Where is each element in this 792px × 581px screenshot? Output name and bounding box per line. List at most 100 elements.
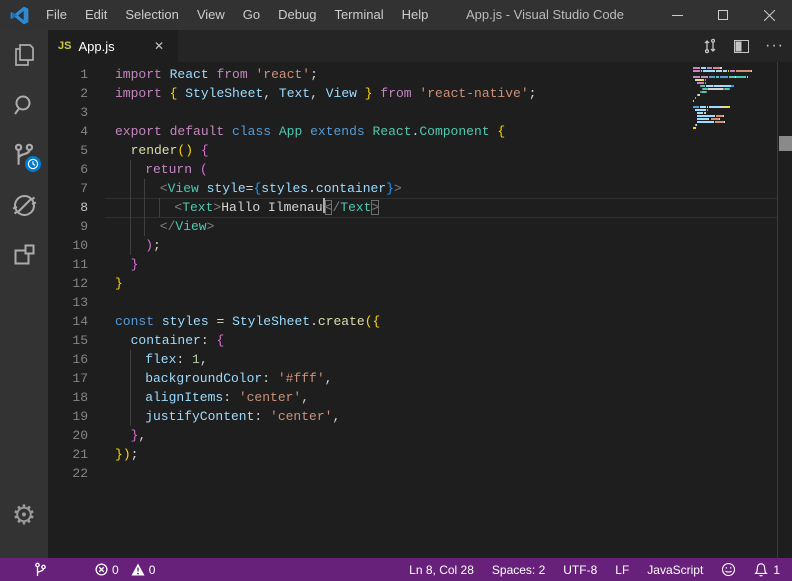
more-actions-icon[interactable]: ··· bbox=[765, 37, 784, 55]
debug-icon bbox=[11, 192, 38, 219]
minimize-button[interactable] bbox=[654, 0, 700, 30]
notification-count: 1 bbox=[773, 563, 780, 577]
tab-label: App.js bbox=[78, 39, 149, 54]
line-number: 7 bbox=[48, 179, 88, 198]
explorer-icon bbox=[11, 42, 37, 68]
vscode-window: File Edit Selection View Go Debug Termin… bbox=[0, 0, 792, 581]
encoding-setting[interactable]: UTF-8 bbox=[563, 563, 597, 577]
code-line[interactable]: 10 ); bbox=[48, 236, 792, 255]
language-mode[interactable]: JavaScript bbox=[647, 563, 703, 577]
code-line[interactable]: 22 bbox=[48, 464, 792, 483]
tab-close-icon[interactable]: ✕ bbox=[150, 37, 168, 55]
line-number: 2 bbox=[48, 84, 88, 103]
line-number: 6 bbox=[48, 160, 88, 179]
code-line[interactable]: 3 bbox=[48, 103, 792, 122]
warning-count: 0 bbox=[149, 563, 156, 577]
problems-indicator[interactable]: 0 0 bbox=[95, 563, 163, 577]
menu-debug[interactable]: Debug bbox=[269, 0, 325, 30]
menu-file[interactable]: File bbox=[37, 0, 76, 30]
maximize-button[interactable] bbox=[700, 0, 746, 30]
notifications-bell[interactable]: 1 bbox=[754, 562, 780, 577]
code-line[interactable]: 8 <Text>Hallo Ilmenau</Text> bbox=[48, 198, 792, 217]
editor-actions: ··· bbox=[702, 30, 784, 62]
code-line[interactable]: 2import { StyleSheet, Text, View } from … bbox=[48, 84, 792, 103]
line-number: 14 bbox=[48, 312, 88, 331]
line-number: 3 bbox=[48, 103, 88, 122]
line-number: 16 bbox=[48, 350, 88, 369]
code-line[interactable]: 13 bbox=[48, 293, 792, 312]
line-number: 15 bbox=[48, 331, 88, 350]
sidebar-item-explorer[interactable] bbox=[0, 30, 48, 80]
status-bar: 0 0 Ln 8, Col 28 Spaces: 2 UTF-8 LF Java… bbox=[0, 558, 792, 581]
code-line[interactable]: 18 alignItems: 'center', bbox=[48, 388, 792, 407]
javascript-file-icon: JS bbox=[58, 40, 71, 52]
line-number: 17 bbox=[48, 369, 88, 388]
sidebar-item-source-control[interactable] bbox=[0, 130, 48, 180]
code-line[interactable]: 16 flex: 1, bbox=[48, 350, 792, 369]
code-line[interactable]: 19 justifyContent: 'center', bbox=[48, 407, 792, 426]
code-line[interactable]: 12} bbox=[48, 274, 792, 293]
menu-help[interactable]: Help bbox=[393, 0, 438, 30]
search-icon bbox=[11, 92, 37, 118]
code-line[interactable]: 17 backgroundColor: '#fff', bbox=[48, 369, 792, 388]
line-number: 20 bbox=[48, 426, 88, 445]
error-count: 0 bbox=[112, 563, 119, 577]
sidebar-item-search[interactable] bbox=[0, 80, 48, 130]
bell-icon bbox=[754, 562, 768, 577]
scm-clock-badge bbox=[25, 156, 41, 172]
code-line[interactable]: 7 <View style={styles.container}> bbox=[48, 179, 792, 198]
line-number: 10 bbox=[48, 236, 88, 255]
code-line[interactable]: 15 container: { bbox=[48, 331, 792, 350]
warning-icon bbox=[131, 563, 145, 576]
error-icon bbox=[95, 563, 108, 576]
gear-icon: ⚙ bbox=[12, 502, 36, 529]
line-number: 8 bbox=[48, 198, 88, 217]
window-title: App.js - Visual Studio Code bbox=[466, 0, 624, 30]
settings-button[interactable]: ⚙ bbox=[0, 490, 48, 540]
close-window-button[interactable] bbox=[746, 0, 792, 30]
split-editor-icon[interactable] bbox=[734, 40, 749, 53]
line-number: 19 bbox=[48, 407, 88, 426]
line-number: 11 bbox=[48, 255, 88, 274]
status-bar-right: Ln 8, Col 28 Spaces: 2 UTF-8 LF JavaScri… bbox=[409, 562, 792, 577]
menu-edit[interactable]: Edit bbox=[76, 0, 116, 30]
code-line[interactable]: 14const styles = StyleSheet.create({ bbox=[48, 312, 792, 331]
menu-go[interactable]: Go bbox=[234, 0, 269, 30]
menu-bar: File Edit Selection View Go Debug Termin… bbox=[37, 0, 437, 30]
code-line[interactable]: 21}); bbox=[48, 445, 792, 464]
cursor-position[interactable]: Ln 8, Col 28 bbox=[409, 563, 474, 577]
vscode-logo-icon bbox=[9, 5, 29, 25]
line-number: 18 bbox=[48, 388, 88, 407]
menu-view[interactable]: View bbox=[188, 0, 234, 30]
window-controls bbox=[654, 0, 792, 30]
line-number: 1 bbox=[48, 65, 88, 84]
menu-terminal[interactable]: Terminal bbox=[325, 0, 392, 30]
code-line[interactable]: 6 return ( bbox=[48, 160, 792, 179]
menu-selection[interactable]: Selection bbox=[116, 0, 187, 30]
extensions-icon bbox=[11, 242, 37, 268]
code-line[interactable]: 11 } bbox=[48, 255, 792, 274]
line-number: 4 bbox=[48, 122, 88, 141]
minimap[interactable] bbox=[693, 67, 777, 187]
code-line[interactable]: 20 }, bbox=[48, 426, 792, 445]
tab-appjs[interactable]: JS App.js ✕ bbox=[48, 30, 178, 62]
editor-pane[interactable]: 1import React from 'react';2import { Sty… bbox=[48, 62, 792, 558]
sidebar-item-extensions[interactable] bbox=[0, 230, 48, 280]
code-line[interactable]: 5 render() { bbox=[48, 141, 792, 160]
line-number: 12 bbox=[48, 274, 88, 293]
indentation-setting[interactable]: Spaces: 2 bbox=[492, 563, 545, 577]
title-bar: File Edit Selection View Go Debug Termin… bbox=[0, 0, 792, 30]
status-bar-left: 0 0 bbox=[0, 562, 163, 577]
sync-changes-icon[interactable] bbox=[702, 38, 718, 54]
code-line[interactable]: 9 </View> bbox=[48, 217, 792, 236]
feedback-smiley-icon[interactable] bbox=[721, 562, 736, 577]
code-line[interactable]: 4export default class App extends React.… bbox=[48, 122, 792, 141]
eol-setting[interactable]: LF bbox=[615, 563, 629, 577]
line-number: 5 bbox=[48, 141, 88, 160]
line-number: 21 bbox=[48, 445, 88, 464]
activity-bar: ⚙ bbox=[0, 30, 48, 558]
sidebar-item-debug[interactable] bbox=[0, 180, 48, 230]
code-line[interactable]: 1import React from 'react'; bbox=[48, 65, 792, 84]
code-lines: 1import React from 'react';2import { Sty… bbox=[48, 65, 792, 483]
git-branch-icon[interactable] bbox=[34, 562, 47, 577]
